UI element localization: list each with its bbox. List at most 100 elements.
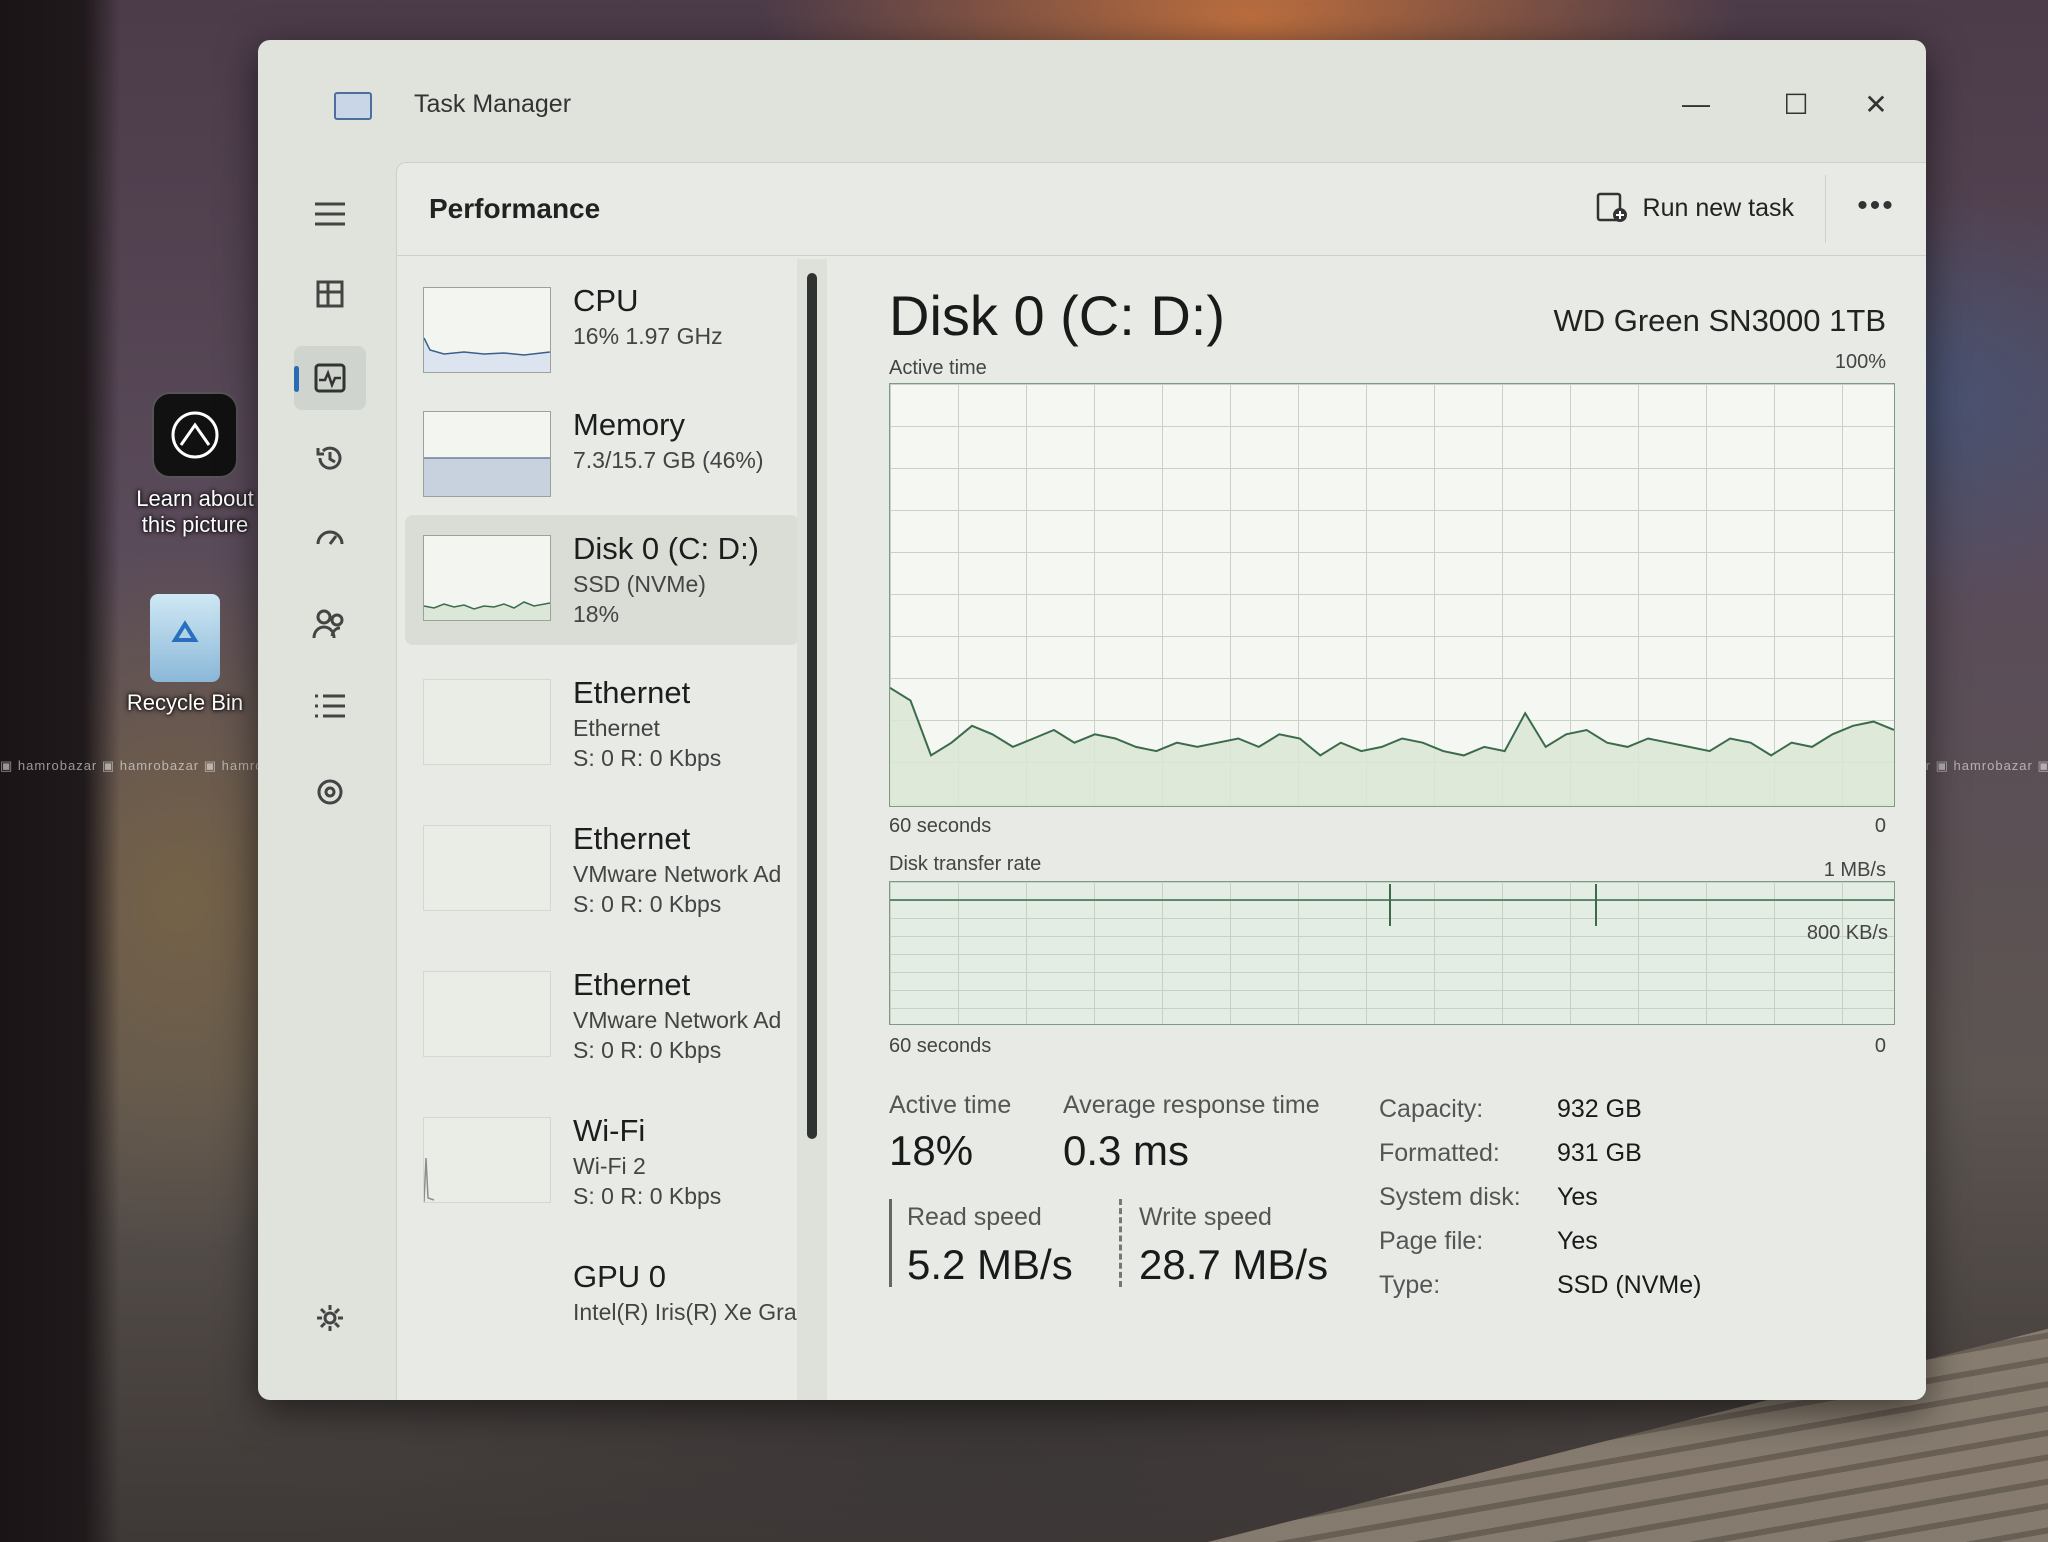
nav-performance[interactable] xyxy=(294,346,366,410)
cpu-thumbnail-graph xyxy=(423,287,551,373)
active-time-label: Active time xyxy=(889,1091,1012,1119)
formatted-value: 931 GB xyxy=(1557,1139,1642,1167)
transfer-rate-graph: 800 KB/s xyxy=(889,881,1895,1025)
write-speed-label: Write speed xyxy=(1139,1203,1272,1231)
run-new-task-label: Run new task xyxy=(1642,193,1794,222)
run-new-task-button[interactable]: Run new task xyxy=(1583,183,1806,233)
device-name: Disk 0 (C: D:) xyxy=(573,531,759,566)
transfer-rate-graph-label: Disk transfer rate xyxy=(889,853,1042,875)
nav-services[interactable] xyxy=(294,760,366,824)
nav-startup-apps[interactable] xyxy=(294,508,366,572)
device-item-ethernet-2[interactable]: Ethernet VMware Network Ad S: 0 R: 0 Kbp… xyxy=(405,805,799,935)
disk-model: WD Green SN3000 1TB xyxy=(1553,303,1886,338)
maximize-button[interactable]: ☐ xyxy=(1766,74,1826,134)
nav-details[interactable] xyxy=(294,674,366,738)
device-item-wifi[interactable]: Wi-Fi Wi-Fi 2 S: 0 R: 0 Kbps xyxy=(405,1097,799,1227)
nav-processes[interactable] xyxy=(294,262,366,326)
gear-icon xyxy=(317,1305,343,1331)
transfer-rate-graph-xlabel: 60 seconds xyxy=(889,1035,992,1057)
task-manager-app-icon xyxy=(334,92,372,120)
active-time-graph-max: 100% xyxy=(1834,351,1886,373)
ethernet-thumbnail-graph xyxy=(423,971,551,1057)
device-item-gpu[interactable]: GPU 0 Intel(R) Iris(R) Xe Gra xyxy=(405,1243,799,1353)
active-time-plot xyxy=(890,686,1894,806)
transfer-rate-graph-max: 1 MB/s xyxy=(1823,859,1886,881)
device-item-memory[interactable]: Memory 7.3/15.7 GB (46%) xyxy=(405,391,799,521)
recycle-bin-shortcut[interactable]: Recycle Bin xyxy=(110,594,260,716)
details-list-icon xyxy=(315,694,345,718)
avg-response-value: 0.3 ms xyxy=(1063,1127,1190,1174)
more-options-button[interactable]: ••• xyxy=(1846,181,1906,231)
page-file-label: Page file: xyxy=(1379,1227,1484,1255)
page-file-value: Yes xyxy=(1557,1227,1598,1255)
device-item-disk0[interactable]: Disk 0 (C: D:) SSD (NVMe) 18% xyxy=(405,515,799,645)
title-bar[interactable]: Task Manager — ☐ ✕ xyxy=(258,40,1926,150)
system-disk-value: Yes xyxy=(1557,1183,1598,1211)
nav-app-history[interactable] xyxy=(294,426,366,490)
system-disk-label: System disk: xyxy=(1379,1183,1521,1211)
write-speed-value: 28.7 MB/s xyxy=(1139,1241,1329,1288)
device-name: Ethernet xyxy=(573,675,691,710)
device-detail: Wi-Fi 2 xyxy=(573,1153,646,1179)
recycle-bin-icon xyxy=(150,594,220,682)
device-detail: Ethernet xyxy=(573,715,660,741)
device-name: Ethernet xyxy=(573,821,691,856)
learn-about-picture-shortcut[interactable]: Learn about this picture xyxy=(120,392,270,538)
device-throughput: S: 0 R: 0 Kbps xyxy=(573,891,722,917)
learn-label-2: this picture xyxy=(141,512,249,537)
device-name: GPU 0 xyxy=(573,1259,667,1294)
run-task-icon xyxy=(1596,192,1627,222)
camera-aperture-icon xyxy=(152,392,238,478)
recycle-bin-label: Recycle Bin xyxy=(126,690,244,715)
device-name: Wi-Fi xyxy=(573,1113,646,1148)
disk-thumbnail-graph xyxy=(423,535,551,621)
panel-header: Performance Run new task ••• xyxy=(397,163,1926,256)
device-detail: VMware Network Ad xyxy=(573,861,782,887)
device-item-ethernet-1[interactable]: Ethernet Ethernet S: 0 R: 0 Kbps xyxy=(405,659,799,789)
wifi-thumbnail-graph xyxy=(423,1117,551,1203)
users-icon xyxy=(312,609,344,639)
nav-users[interactable] xyxy=(294,592,366,656)
services-icon xyxy=(317,779,343,805)
minimize-button[interactable]: — xyxy=(1666,74,1726,134)
hamburger-menu-button[interactable] xyxy=(294,182,366,246)
device-name: CPU xyxy=(573,283,639,318)
device-item-cpu[interactable]: CPU 16% 1.97 GHz xyxy=(405,267,799,397)
device-usage: 18% xyxy=(573,601,620,627)
performance-icon xyxy=(314,363,346,393)
transfer-rate-spikes xyxy=(1389,884,1597,926)
active-time-graph-xlabel: 60 seconds xyxy=(889,815,992,837)
device-list-scrollbar[interactable] xyxy=(807,273,817,1139)
device-detail: VMware Network Ad xyxy=(573,1007,782,1033)
active-time-area xyxy=(890,687,1894,806)
header-divider xyxy=(1825,175,1826,243)
formatted-label: Formatted: xyxy=(1379,1139,1500,1167)
processes-icon xyxy=(316,280,344,308)
write-speed-separator xyxy=(1119,1199,1122,1287)
device-detail: 7.3/15.7 GB (46%) xyxy=(573,447,764,473)
active-time-graph-min: 0 xyxy=(1874,815,1886,837)
device-detail: SSD (NVMe) xyxy=(573,571,706,597)
close-button[interactable]: ✕ xyxy=(1846,74,1906,134)
capacity-label: Capacity: xyxy=(1379,1095,1484,1123)
disk-title: Disk 0 (C: D:) xyxy=(889,284,1225,347)
active-time-graph xyxy=(889,383,1895,807)
device-name: Memory xyxy=(573,407,685,442)
device-item-ethernet-3[interactable]: Ethernet VMware Network Ad S: 0 R: 0 Kbp… xyxy=(405,951,799,1081)
ethernet-thumbnail-graph xyxy=(423,825,551,911)
active-time-graph-label: Active time xyxy=(889,357,987,379)
device-throughput: S: 0 R: 0 Kbps xyxy=(573,745,722,771)
device-throughput: S: 0 R: 0 Kbps xyxy=(573,1037,722,1063)
task-manager-window: Task Manager — ☐ ✕ Performance Run new t… xyxy=(258,40,1926,1400)
history-icon xyxy=(316,446,342,470)
ethernet-thumbnail-graph xyxy=(423,679,551,765)
content-panel: Performance Run new task ••• CPU 16% 1.9… xyxy=(396,162,1926,1400)
device-name: Ethernet xyxy=(573,967,691,1002)
nav-settings[interactable] xyxy=(294,1286,366,1350)
device-list: CPU 16% 1.97 GHz Memory 7.3/15.7 GB (46%… xyxy=(397,259,809,1400)
device-throughput: S: 0 R: 0 Kbps xyxy=(573,1183,722,1209)
hamburger-icon xyxy=(315,202,345,226)
type-value: SSD (NVMe) xyxy=(1557,1271,1702,1299)
window-title: Task Manager xyxy=(414,90,572,118)
read-speed-separator xyxy=(889,1199,892,1287)
